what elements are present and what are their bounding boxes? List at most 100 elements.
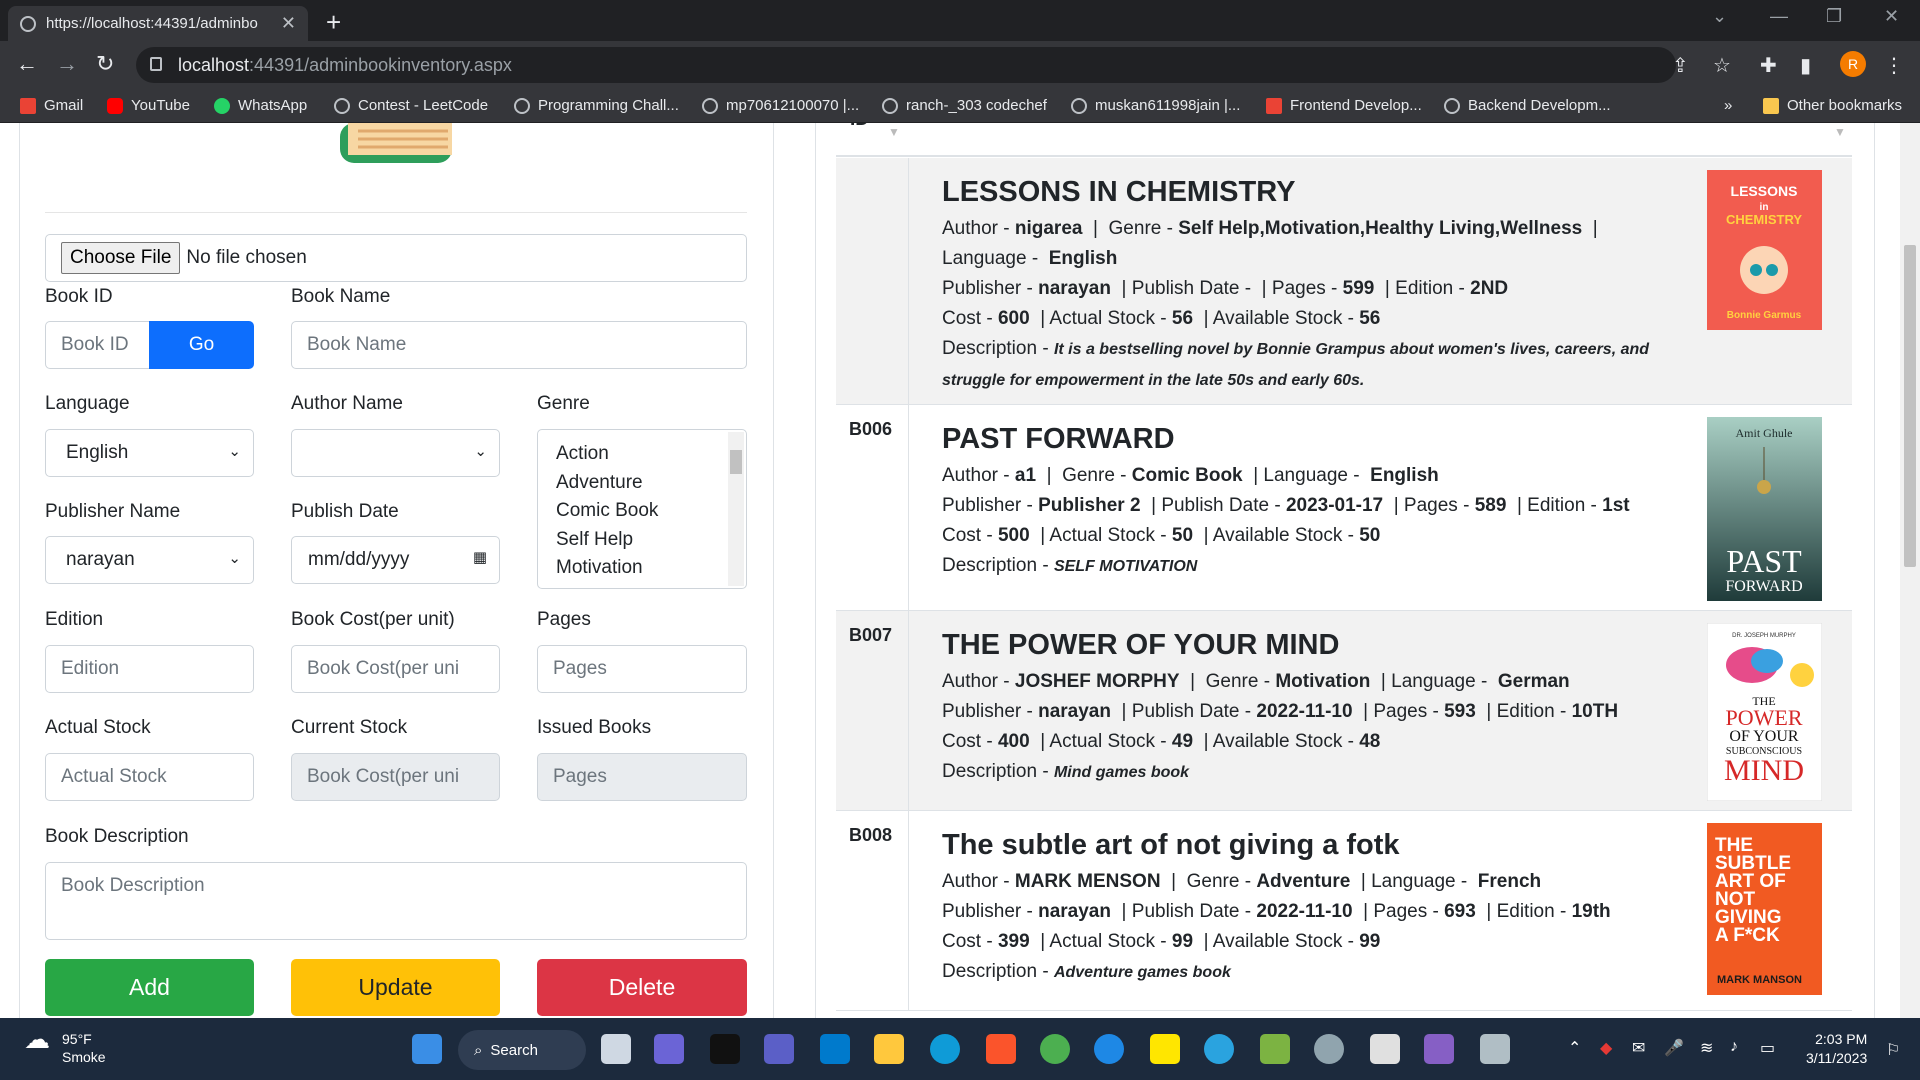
browser-tab[interactable]: https://localhost:44391/adminbo ✕: [8, 6, 308, 41]
wifi-icon[interactable]: ≋: [1700, 1038, 1713, 1058]
chat-icon[interactable]: [654, 1034, 684, 1064]
volume-icon[interactable]: ♪: [1730, 1038, 1738, 1056]
bookmarks-overflow[interactable]: »: [1724, 97, 1732, 114]
sort-icon[interactable]: ▼: [888, 125, 900, 139]
dev-icon[interactable]: [710, 1034, 740, 1064]
side-panel-icon[interactable]: ▮: [1800, 53, 1811, 78]
back-icon[interactable]: ←: [16, 51, 38, 77]
microphone-icon[interactable]: 🎤: [1664, 1038, 1684, 1058]
minimize-button[interactable]: —: [1770, 6, 1788, 27]
description-textarea[interactable]: Book Description: [45, 862, 747, 940]
genre-listbox[interactable]: Action Adventure Comic Book Self Help Mo…: [537, 429, 747, 589]
book-name-label: Book Name: [291, 286, 391, 307]
file-explorer-icon[interactable]: [874, 1034, 904, 1064]
publisher-select[interactable]: narayan ⌄: [45, 536, 254, 584]
cost-input[interactable]: Book Cost(per uni: [291, 645, 500, 693]
extensions-icon[interactable]: ✚: [1760, 53, 1777, 78]
svg-text:POWER: POWER: [1726, 705, 1803, 730]
genre-option[interactable]: Motivation: [556, 554, 746, 583]
bookmark-codechef[interactable]: ranch-_303 codechef: [882, 97, 1047, 114]
book-author: a1: [1014, 465, 1037, 486]
bookmark-whatsapp[interactable]: WhatsApp: [214, 97, 307, 114]
edge-icon[interactable]: [930, 1034, 960, 1064]
file-upload[interactable]: Choose File No file chosen: [45, 234, 747, 282]
genre-option[interactable]: Comic Book: [556, 497, 746, 526]
weather-widget[interactable]: ☁ 95°F Smoke: [24, 1026, 106, 1066]
author-select[interactable]: ⌄: [291, 429, 500, 477]
book-cover-image: THE SUBTLE ART OF NOT GIVING A F*CK MARK…: [1707, 823, 1822, 995]
publish-date-input[interactable]: mm/dd/yyyy ▦: [291, 536, 500, 584]
brave-icon[interactable]: [986, 1034, 1016, 1064]
tab-strip: https://localhost:44391/adminbo ✕ + ⌄ — …: [0, 0, 1920, 41]
publisher-label: Publisher Name: [45, 501, 181, 522]
page-scroll-thumb[interactable]: [1904, 245, 1916, 567]
menu-icon[interactable]: ⋮: [1884, 53, 1904, 78]
add-button[interactable]: Add: [45, 959, 254, 1016]
chrome-icon[interactable]: [1040, 1034, 1070, 1064]
mail-icon[interactable]: ✉: [1632, 1038, 1645, 1058]
choose-file-button[interactable]: Choose File: [61, 242, 181, 274]
bookmark-leetcode[interactable]: Contest - LeetCode: [334, 97, 488, 114]
edition-input[interactable]: Edition: [45, 645, 254, 693]
globe-icon: [514, 97, 530, 114]
battery-icon[interactable]: ▭: [1760, 1038, 1775, 1058]
antivirus-icon[interactable]: ◆: [1600, 1038, 1612, 1058]
actual-stock-input[interactable]: Actual Stock: [45, 753, 254, 801]
profile-avatar[interactable]: R: [1840, 51, 1866, 77]
store-icon[interactable]: [1370, 1034, 1400, 1064]
telegram-icon[interactable]: [1204, 1034, 1234, 1064]
chevron-down-icon[interactable]: ⌄: [1712, 6, 1727, 27]
address-bar[interactable]: localhost:44391/adminbookinventory.aspx: [136, 47, 1676, 83]
bookmark-backend[interactable]: Backend Developm...: [1444, 97, 1611, 114]
taskbar-search[interactable]: ⌕ Search: [458, 1030, 586, 1070]
bookmark-muskan[interactable]: muskan611998jain |...: [1071, 97, 1240, 114]
sticky-notes-icon[interactable]: [1150, 1034, 1180, 1064]
safari-icon[interactable]: [1094, 1034, 1124, 1064]
new-tab-button[interactable]: +: [326, 7, 341, 38]
app-icon[interactable]: [1260, 1034, 1290, 1064]
close-tab-icon[interactable]: ✕: [281, 13, 296, 34]
windows-taskbar: ☁ 95°F Smoke ⌕ Search ⌃ ◆ ✉ 🎤 ≋ ♪ ▭ 2:03…: [0, 1018, 1920, 1080]
bookmark-frontend[interactable]: Frontend Develop...: [1266, 97, 1422, 114]
listbox-scroll-thumb[interactable]: [730, 450, 742, 474]
clock[interactable]: 2:03 PM 3/11/2023: [1806, 1030, 1867, 1068]
snipping-tool-icon[interactable]: [1480, 1034, 1510, 1064]
genre-option[interactable]: Action: [556, 440, 746, 469]
other-bookmarks[interactable]: Other bookmarks: [1763, 97, 1902, 114]
book-genre: Self Help,Motivation,Healthy Living,Well…: [1178, 218, 1583, 239]
chevron-up-icon[interactable]: ⌃: [1568, 1038, 1581, 1058]
forward-icon[interactable]: →: [56, 51, 78, 77]
bookmark-gmail[interactable]: Gmail: [20, 97, 83, 114]
divider: [45, 212, 747, 213]
row-id: B008: [836, 811, 909, 1010]
book-id-input[interactable]: Book ID: [45, 321, 151, 369]
calendar-icon[interactable]: ▦: [473, 548, 487, 566]
close-window-button[interactable]: ✕: [1884, 6, 1899, 27]
id-column-header[interactable]: ID: [850, 123, 869, 131]
task-view-icon[interactable]: [601, 1034, 631, 1064]
bookmark-star-icon[interactable]: ☆: [1713, 53, 1731, 78]
bookmark-youtube[interactable]: YouTube: [107, 97, 190, 114]
genre-option[interactable]: Adventure: [556, 469, 746, 498]
update-button[interactable]: Update: [291, 959, 500, 1016]
delete-button[interactable]: Delete: [537, 959, 747, 1016]
bookmark-mp[interactable]: mp70612100070 |...: [702, 97, 859, 114]
vscode-icon[interactable]: [820, 1034, 850, 1064]
page-scrollbar[interactable]: [1900, 123, 1920, 1018]
language-select[interactable]: English ⌄: [45, 429, 254, 477]
share-icon[interactable]: ⇪: [1672, 53, 1689, 78]
settings-icon[interactable]: [1314, 1034, 1344, 1064]
pages-input[interactable]: Pages: [537, 645, 747, 693]
go-button[interactable]: Go: [149, 321, 254, 369]
sort-icon[interactable]: ▼: [1834, 125, 1846, 139]
bookmark-programming[interactable]: Programming Chall...: [514, 97, 679, 114]
maximize-button[interactable]: ❐: [1826, 6, 1842, 27]
genre-option[interactable]: Self Help: [556, 526, 746, 555]
reload-icon[interactable]: ↻: [96, 51, 114, 77]
book-name-input[interactable]: Book Name: [291, 321, 747, 369]
teams-icon[interactable]: [764, 1034, 794, 1064]
notification-icon[interactable]: ⚐: [1886, 1040, 1900, 1060]
visual-studio-icon[interactable]: [1424, 1034, 1454, 1064]
start-icon[interactable]: [412, 1034, 442, 1064]
book-title: The subtle art of not giving a fotk: [942, 829, 1400, 861]
